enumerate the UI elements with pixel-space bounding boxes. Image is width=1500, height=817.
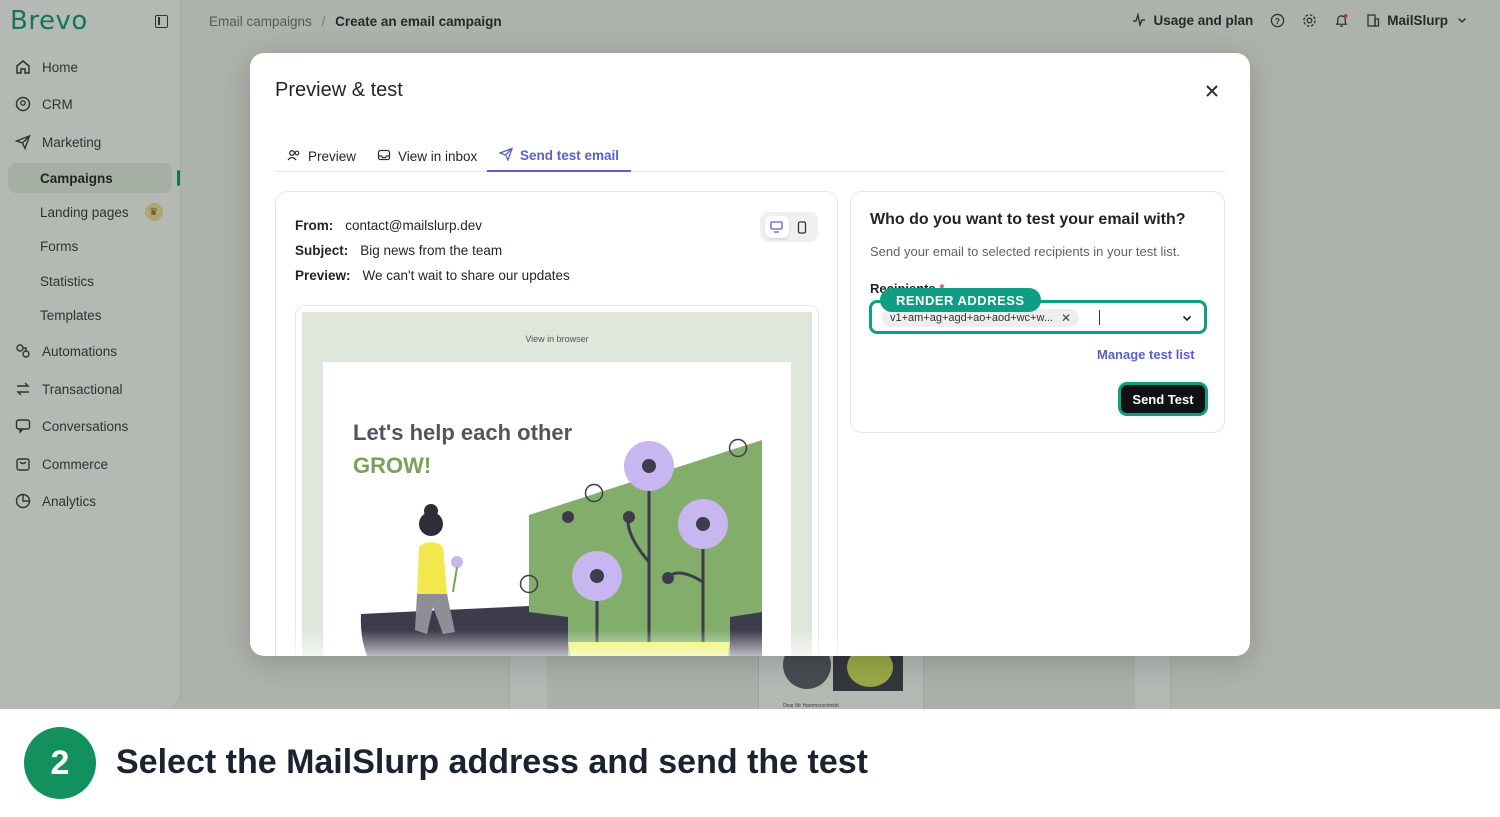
preview-label: Preview: — [295, 268, 351, 283]
email-body: Let's help each other GROW! — [323, 362, 791, 656]
desktop-view-button[interactable] — [764, 216, 789, 238]
tab-view-in-inbox[interactable]: View in inbox — [365, 141, 489, 172]
send-icon — [498, 147, 514, 164]
render-address-callout: RENDER ADDRESS — [880, 288, 1041, 312]
users-icon — [287, 148, 301, 165]
preview-row: Preview: We can't wait to share our updat… — [295, 268, 570, 283]
chevron-down-icon[interactable] — [1180, 311, 1194, 325]
text-cursor — [1099, 310, 1100, 325]
view-in-browser-link[interactable]: View in browser — [302, 334, 812, 344]
tab-preview[interactable]: Preview — [275, 141, 368, 172]
modal-title: Preview & test — [275, 79, 403, 101]
step-instruction: Select the MailSlurp address and send th… — [116, 743, 868, 781]
device-toggle — [760, 212, 818, 242]
tutorial-caption: 2 Select the MailSlurp address and send … — [0, 709, 1500, 817]
preview-value: We can't wait to share our updates — [362, 268, 570, 283]
mobile-icon — [797, 220, 806, 234]
preview-test-modal: Preview & test Preview View in inbox Sen… — [250, 53, 1250, 656]
test-subtitle: Send your email to selected recipients i… — [870, 244, 1180, 259]
grow-illustration — [360, 438, 762, 656]
remove-recipient-icon[interactable]: ✕ — [1061, 311, 1071, 325]
tab-send-test-email[interactable]: Send test email — [487, 141, 632, 172]
preview-fade — [276, 630, 839, 656]
manage-test-list-link[interactable]: Manage test list — [1097, 347, 1195, 362]
from-row: From: contact@mailslurp.dev — [295, 218, 482, 233]
email-preview-pane: From: contact@mailslurp.dev Subject: Big n… — [275, 191, 839, 656]
from-label: From: — [295, 218, 334, 233]
send-test-button[interactable]: Send Test — [1118, 382, 1208, 416]
recipient-chip-label: v1+am+ag+agd+ao+aod+wc+w... — [890, 312, 1053, 324]
from-value: contact@mailslurp.dev — [345, 218, 483, 233]
inbox-icon — [377, 148, 391, 165]
tab-label: Send test email — [520, 148, 620, 163]
tab-label: Preview — [308, 149, 357, 164]
send-test-pane: Who do you want to test your email with?… — [850, 191, 1225, 433]
subject-value: Big news from the team — [360, 243, 503, 258]
test-heading: Who do you want to test your email with? — [870, 211, 1186, 228]
close-icon[interactable] — [1201, 80, 1223, 102]
subject-label: Subject: — [295, 243, 349, 258]
subject-row: Subject: Big news from the team — [295, 243, 502, 258]
step-number-badge: 2 — [24, 727, 96, 799]
email-render-frame: View in browser Let's help each other GR… — [295, 305, 819, 656]
modal-tabs: Preview View in inbox Send test email — [275, 135, 1225, 172]
tab-label: View in inbox — [398, 149, 478, 164]
desktop-icon — [770, 221, 783, 233]
email-background: View in browser Let's help each other GR… — [302, 312, 812, 656]
mobile-view-button[interactable] — [790, 216, 814, 238]
